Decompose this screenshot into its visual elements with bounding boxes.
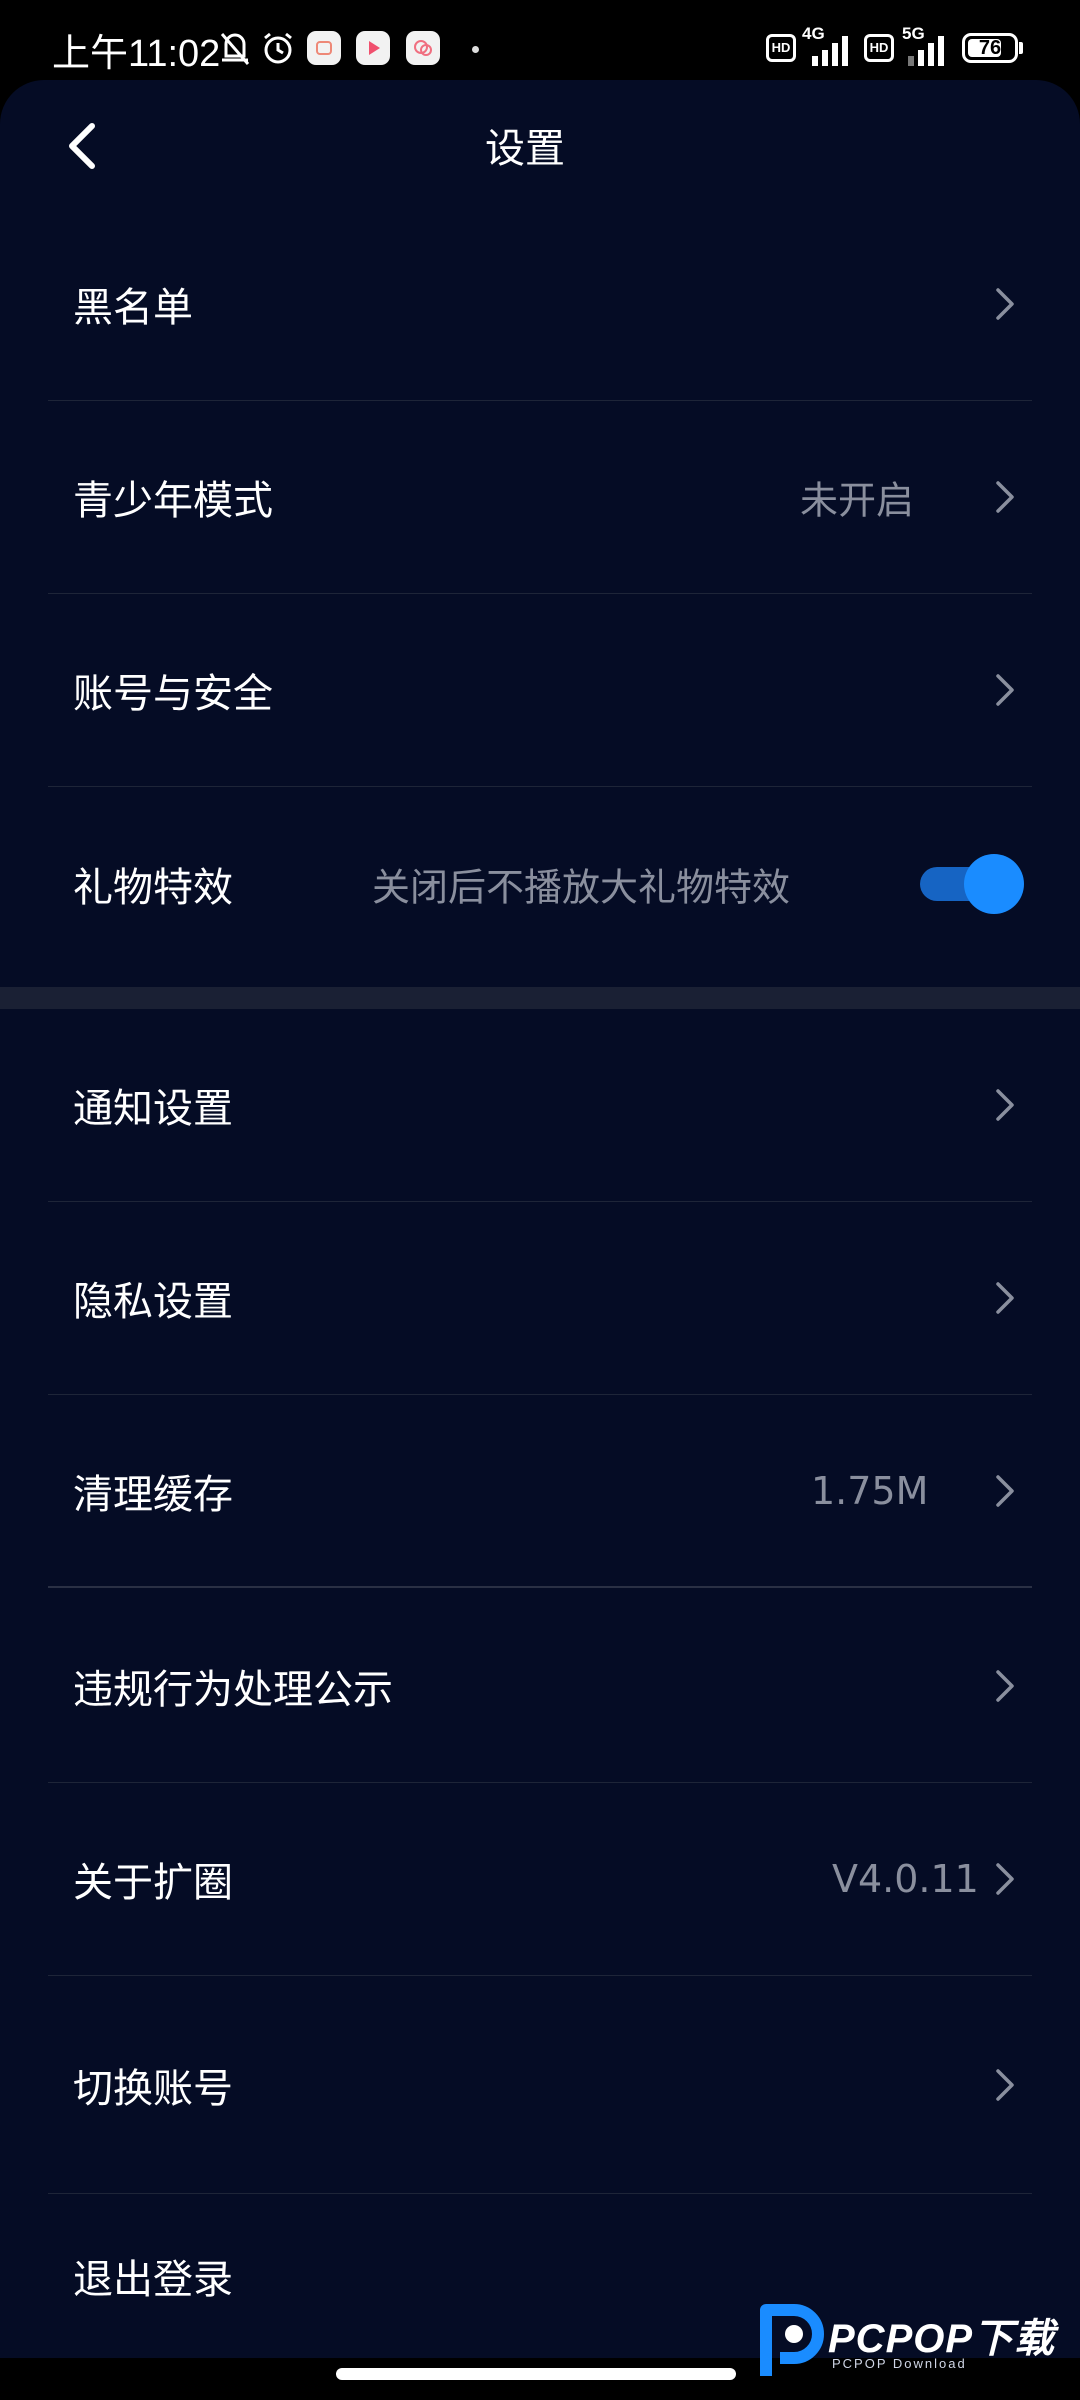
settings-row-violations[interactable]: 违规行为处理公示: [48, 1590, 1032, 1783]
settings-row-gift-effects: 礼物特效 关闭后不播放大礼物特效: [48, 787, 1032, 980]
header: 设置: [0, 80, 1080, 212]
teen-mode-status: 未开启: [800, 478, 915, 523]
battery-level: 76: [978, 37, 1002, 59]
row-label: 切换账号: [73, 2065, 233, 2112]
chat-app-icon: [406, 31, 440, 65]
hd-badge-2: HD: [864, 34, 894, 62]
row-label: 违规行为处理公示: [73, 1667, 393, 1713]
status-time: 上午11:02: [52, 33, 221, 75]
logout-label: 退出登录: [73, 2257, 233, 2303]
settings-row-about[interactable]: 关于扩圈 V4.0.11: [48, 1783, 1032, 1976]
section-separator: [0, 987, 1080, 1009]
hd-badge-1: HD: [766, 34, 796, 62]
chevron-right-icon: [996, 1089, 1014, 1121]
battery-tip: [1019, 42, 1023, 54]
alarm-icon: [264, 32, 292, 64]
mute-icon: [220, 33, 250, 65]
notification-app-icon-1: [307, 31, 341, 65]
chevron-right-icon: [996, 481, 1014, 513]
settings-row-blacklist[interactable]: 黑名单: [48, 208, 1032, 401]
row-label: 青少年模式: [73, 478, 273, 524]
page-title: 设置: [485, 126, 565, 172]
watermark-logo: PCPOP下载 PCPOP Download: [752, 2300, 1080, 2380]
row-label: 清理缓存: [73, 1471, 233, 1518]
watermark-p-icon: [760, 2304, 824, 2376]
signal-icon-2: [908, 36, 944, 66]
gift-effects-toggle[interactable]: [918, 853, 1024, 914]
chevron-right-icon: [996, 2068, 1014, 2101]
more-notifications-dot: [472, 46, 479, 53]
chevron-right-icon: [996, 1863, 1014, 1895]
signal-icon-1: [812, 36, 848, 66]
row-label: 账号与安全: [73, 671, 273, 717]
settings-row-privacy[interactable]: 隐私设置: [48, 1202, 1032, 1395]
cache-size: 1.75M: [811, 1468, 929, 1513]
row-label: 隐私设置: [73, 1279, 233, 1325]
home-indicator[interactable]: [336, 2368, 736, 2380]
settings-row-account-security[interactable]: 账号与安全: [48, 594, 1032, 787]
gift-effects-hint: 关闭后不播放大礼物特效: [372, 865, 791, 909]
video-app-icon: [356, 31, 390, 65]
settings-row-clear-cache[interactable]: 清理缓存 1.75M: [48, 1395, 1032, 1588]
settings-panel: 设置 黑名单 青少年模式 未开启 账号与安全 礼物特效 关闭后不播放大礼物特效 …: [0, 80, 1080, 2358]
toggle-knob: [964, 853, 1024, 914]
chevron-right-icon: [996, 674, 1014, 706]
chevron-right-icon: [996, 1282, 1014, 1314]
row-label: 黑名单: [73, 285, 193, 331]
settings-row-notifications[interactable]: 通知设置: [48, 1009, 1032, 1202]
row-label: 礼物特效: [73, 864, 233, 911]
row-label: 通知设置: [73, 1086, 233, 1132]
settings-row-teen-mode[interactable]: 青少年模式 未开启: [48, 401, 1032, 594]
chevron-right-icon: [996, 288, 1014, 320]
chevron-right-icon: [996, 1670, 1014, 1702]
battery-icon: 76: [962, 33, 1018, 63]
watermark-subtitle: PCPOP Download: [832, 2356, 967, 2371]
chevron-right-icon: [996, 1474, 1014, 1507]
row-label: 关于扩圈: [73, 1860, 233, 1906]
settings-row-switch-account[interactable]: 切换账号: [48, 1976, 1032, 2194]
app-version: V4.0.11: [832, 1857, 979, 1901]
